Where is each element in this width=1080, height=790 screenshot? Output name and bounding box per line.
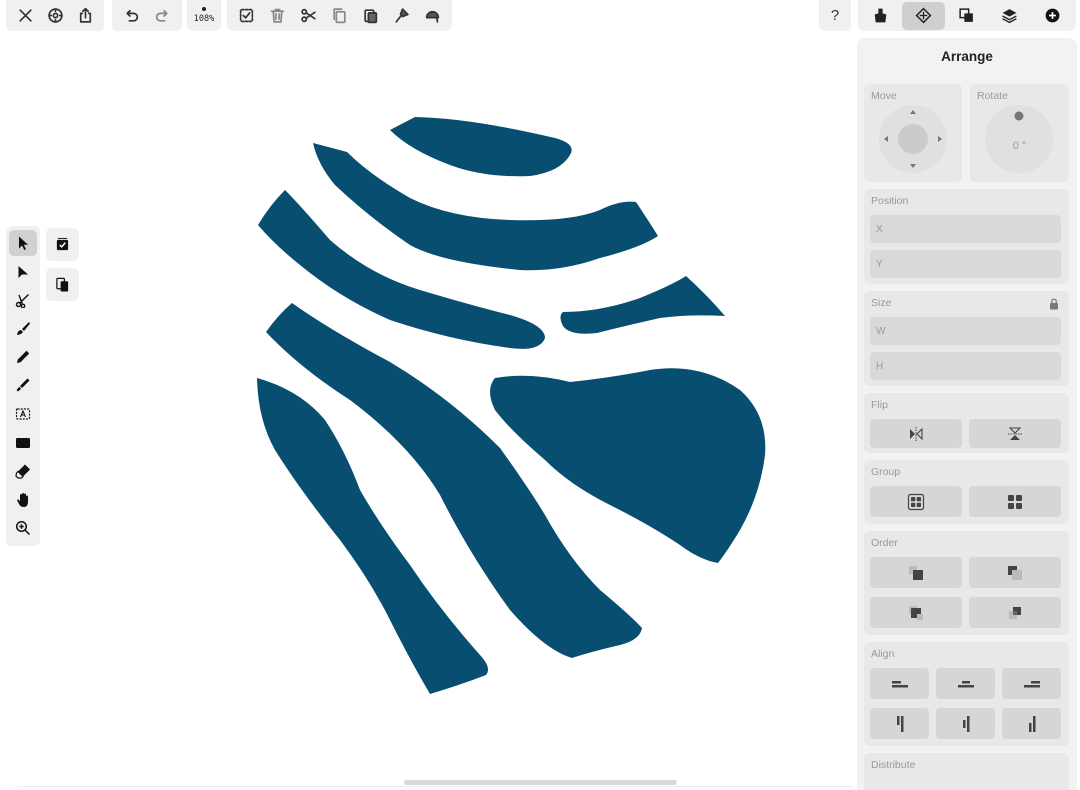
bring-to-front-icon: [909, 565, 923, 580]
align-bottom-icon: [1028, 715, 1035, 732]
bring-forward-button[interactable]: [969, 557, 1061, 588]
send-to-back-icon: [1009, 606, 1021, 619]
layers-icon: [1002, 9, 1017, 24]
align-bottom-button[interactable]: [1002, 708, 1061, 739]
lock-icon[interactable]: [1049, 298, 1059, 310]
flip-horizontal-icon: [910, 426, 923, 441]
panel-tabs-group: [858, 0, 1076, 31]
canvas-bottom-divider: [18, 786, 853, 787]
flip-label: Flip: [871, 399, 888, 411]
horizontal-scrollbar[interactable]: [404, 780, 677, 785]
send-backward-button[interactable]: [870, 597, 962, 628]
joystick-knob[interactable]: [898, 124, 928, 154]
align-label: Align: [871, 648, 895, 660]
rotate-dial[interactable]: [984, 104, 1054, 174]
align-left-icon: [891, 680, 908, 687]
bring-forward-icon: [1008, 565, 1022, 580]
height-field[interactable]: H: [870, 352, 1061, 380]
align-center-horizontal-icon: [957, 680, 974, 687]
arrange-icon: [915, 7, 932, 24]
rotate-value: 0 °: [1012, 140, 1027, 152]
group-section: Group: [864, 460, 1069, 524]
flip-vertical-icon: [1008, 426, 1022, 440]
position-section: Position X Y: [864, 189, 1069, 284]
align-top-button[interactable]: [870, 708, 929, 739]
align-left-button[interactable]: [870, 668, 929, 699]
send-backward-icon: [909, 605, 923, 620]
position-label: Position: [871, 195, 909, 207]
stripe-shape-4[interactable]: [560, 276, 726, 334]
align-right-button[interactable]: [1002, 668, 1061, 699]
flip-vertical-button[interactable]: [969, 419, 1061, 448]
group-label: Group: [871, 466, 901, 478]
size-label: Size: [871, 297, 892, 309]
tab-add[interactable]: [1031, 0, 1074, 31]
style-icon: [874, 8, 887, 23]
distribute-section: Distribute: [864, 753, 1069, 790]
move-label: Move: [871, 90, 897, 102]
tab-layers[interactable]: [988, 0, 1031, 31]
distribute-label: Distribute: [871, 759, 916, 771]
rotate-handle[interactable]: [1014, 111, 1024, 121]
flip-horizontal-button[interactable]: [870, 419, 962, 448]
align-right-icon: [1023, 680, 1040, 687]
width-field[interactable]: W: [870, 317, 1061, 345]
flip-section: Flip: [864, 393, 1069, 453]
align-center-vertical-button[interactable]: [936, 708, 995, 739]
tab-style[interactable]: [859, 0, 902, 31]
order-section: Order: [864, 531, 1069, 635]
canvas[interactable]: [0, 0, 850, 780]
boolean-icon: [959, 8, 973, 22]
arrange-panel: Arrange Move Rotate 0 ° Position X Y Siz…: [857, 38, 1077, 790]
move-section: Move: [864, 84, 962, 182]
rotate-section: Rotate 0 °: [970, 84, 1069, 182]
align-center-vertical-icon: [962, 715, 969, 732]
bring-to-front-button[interactable]: [870, 557, 962, 588]
ungroup-icon: [1008, 494, 1022, 509]
add-icon: [1045, 8, 1060, 23]
group-icon: [907, 493, 925, 510]
move-joystick[interactable]: [878, 104, 948, 174]
x-field[interactable]: X: [870, 215, 1061, 243]
stripe-shape-1[interactable]: [390, 117, 572, 177]
tab-arrange[interactable]: [902, 1, 945, 30]
size-section: Size W H: [864, 291, 1069, 386]
send-to-back-button[interactable]: [969, 597, 1061, 628]
group-button[interactable]: [870, 486, 962, 517]
rotate-label: Rotate: [977, 90, 1008, 102]
order-label: Order: [871, 537, 898, 549]
align-section: Align: [864, 642, 1069, 746]
ungroup-button[interactable]: [969, 486, 1061, 517]
y-field[interactable]: Y: [870, 250, 1061, 278]
align-center-horizontal-button[interactable]: [936, 668, 995, 699]
tab-boolean[interactable]: [945, 0, 988, 31]
align-top-icon: [896, 715, 903, 732]
panel-title: Arrange: [941, 49, 993, 64]
